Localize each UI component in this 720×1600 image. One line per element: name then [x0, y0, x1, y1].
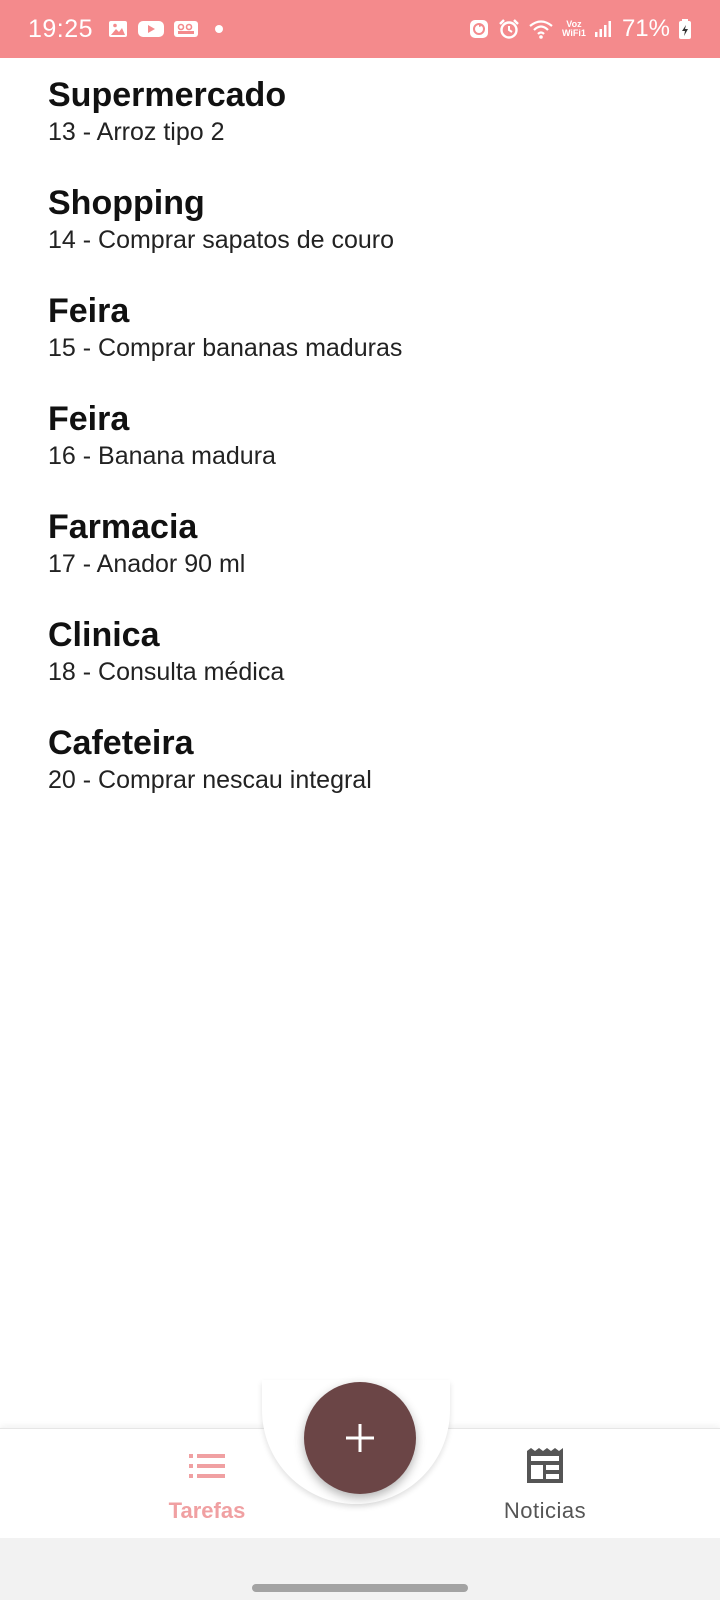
task-subtitle: 14 - Comprar sapatos de couro [48, 226, 395, 254]
task-title: Shopping [48, 184, 205, 222]
task-subtitle: 13 - Arroz tipo 2 [48, 118, 225, 146]
youtube-icon [137, 18, 165, 40]
wifi-label: WiFi1 [561, 28, 586, 38]
task-subtitle: 18 - Consulta médica [48, 658, 285, 686]
nav-item-tarefas[interactable]: Tarefas [117, 1446, 297, 1536]
task-item[interactable]: Shopping 14 - Comprar sapatos de couro [48, 182, 688, 290]
task-subtitle: 17 - Anador 90 ml [48, 550, 246, 578]
task-item[interactable]: Cafeteira 20 - Comprar nescau integral [48, 722, 688, 830]
task-item[interactable]: Feira 15 - Comprar bananas maduras [48, 290, 688, 398]
task-title: Farmacia [48, 508, 198, 546]
task-title: Feira [48, 292, 130, 330]
task-subtitle: 16 - Banana madura [48, 442, 276, 470]
status-bar: 19:25 Voz WiFi1 71% [0, 0, 720, 58]
status-right: Voz WiFi1 71% [468, 15, 692, 43]
newspaper-icon [523, 1446, 567, 1486]
task-item[interactable]: Farmacia 17 - Anador 90 ml [48, 506, 688, 614]
wifi-icon [528, 18, 554, 40]
status-left: 19:25 [28, 14, 224, 44]
gallery-icon [107, 18, 129, 40]
alarm-icon [498, 18, 520, 40]
home-indicator[interactable] [252, 1584, 468, 1592]
task-list: Supermercado 13 - Arroz tipo 2 Shopping … [48, 74, 688, 830]
status-time: 19:25 [28, 14, 94, 43]
task-subtitle: 20 - Comprar nescau integral [48, 766, 372, 794]
nav-label-tarefas: Tarefas [168, 1498, 246, 1523]
task-title: Cafeteira [48, 724, 194, 762]
recycle-icon [468, 18, 490, 40]
nav-item-noticias[interactable]: Noticias [455, 1446, 635, 1536]
task-title: Clinica [48, 616, 160, 654]
task-item[interactable]: Feira 16 - Banana madura [48, 398, 688, 506]
battery-icon [678, 18, 692, 40]
task-title: Feira [48, 400, 130, 438]
nav-label-noticias: Noticias [503, 1498, 587, 1523]
battery-percent: 71% [621, 15, 670, 42]
signal-icon [594, 18, 612, 40]
voz-wifi-label: Voz WiFi1 [562, 20, 586, 38]
task-title: Supermercado [48, 76, 287, 114]
add-task-button[interactable] [304, 1382, 416, 1494]
notification-dot [215, 25, 224, 33]
plus-icon [344, 1422, 376, 1454]
task-item[interactable]: Clinica 18 - Consulta médica [48, 614, 688, 722]
task-item[interactable]: Supermercado 13 - Arroz tipo 2 [48, 74, 688, 182]
task-subtitle: 15 - Comprar bananas maduras [48, 334, 403, 362]
list-icon [185, 1446, 229, 1486]
voicemail-icon [173, 18, 199, 40]
